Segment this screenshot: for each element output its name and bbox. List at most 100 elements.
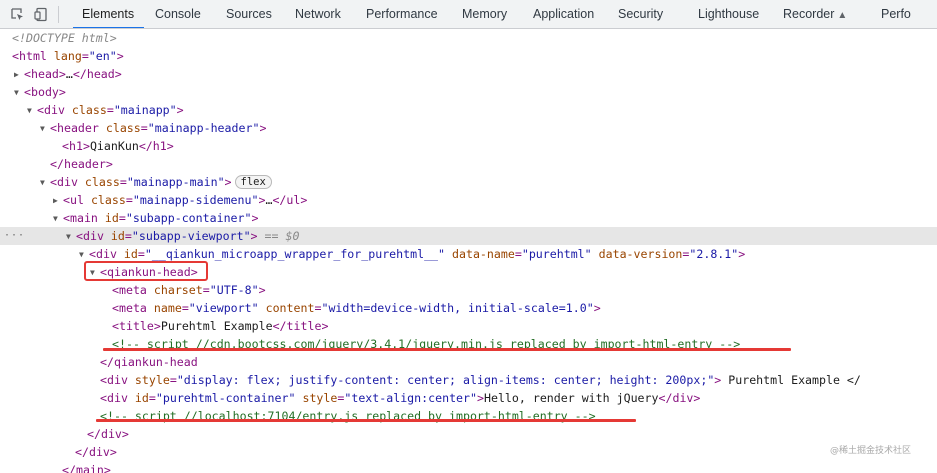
tag-name: div: [82, 229, 104, 243]
expand-triangle-icon[interactable]: ▶: [14, 66, 24, 83]
device-toolbar-icon[interactable]: [34, 7, 49, 22]
collapse-triangle-icon[interactable]: ▼: [14, 84, 24, 101]
tag-name: h1: [152, 139, 167, 153]
attr-name: class: [90, 193, 126, 207]
attr-value: __qiankun_microapp_wrapper_for_purehtml_…: [151, 247, 439, 261]
attr-name: charset: [153, 283, 203, 297]
attr-name: id: [123, 247, 138, 261]
tab-recorder[interactable]: Recorder ▲: [783, 0, 847, 28]
flex-badge[interactable]: flex: [234, 175, 272, 189]
attr-name: class: [71, 103, 107, 117]
tag-name: meta: [118, 301, 147, 315]
dom-node-main[interactable]: ▼ <main id="subapp-container">: [0, 209, 937, 227]
tab-network[interactable]: Network: [295, 0, 341, 28]
attr-value: width=device-width, initial-scale=1.0: [328, 301, 587, 315]
attr-value: viewport: [195, 301, 252, 315]
tag-name: div: [56, 175, 78, 189]
dom-node-purehtml-container[interactable]: <div id="purehtml-container" style="text…: [0, 389, 937, 407]
dom-node-subapp-viewport[interactable]: ··· ▼ <div id="subapp-viewport"> == $0: [0, 227, 937, 245]
tag-name: div: [672, 391, 694, 405]
attr-name: content: [265, 301, 315, 315]
dom-node-mainapp-main[interactable]: ▼ <div class="mainapp-main"> flex: [0, 173, 937, 191]
toolbar-divider: [58, 6, 59, 23]
dom-node-header-close[interactable]: </header>: [0, 155, 937, 173]
dom-node-meta-charset[interactable]: <meta charset="UTF-8">: [0, 281, 937, 299]
tag-name: title: [118, 319, 154, 333]
dom-node-head[interactable]: ▶ <head>…</head>: [0, 65, 937, 83]
attr-value: UTF-8: [216, 283, 252, 297]
collapse-triangle-icon[interactable]: ▼: [40, 120, 50, 137]
text-node: Purehtml Example </: [728, 373, 861, 387]
devtools-toolbar: Elements Console Sources Network Perform…: [0, 0, 937, 29]
attr-value: subapp-viewport: [138, 229, 244, 243]
attr-value: mainapp-header: [154, 121, 253, 135]
tag-name: div: [106, 373, 128, 387]
tag-name: div: [95, 247, 117, 261]
attr-name: id: [104, 211, 119, 225]
tag-name: div: [100, 427, 122, 441]
dom-node-comment-entry[interactable]: <!-- script //localhost:7104/entry.js re…: [0, 407, 937, 425]
attr-name: style: [302, 391, 338, 405]
dom-node-body[interactable]: ▼ <body>: [0, 83, 937, 101]
collapse-triangle-icon[interactable]: ▼: [66, 228, 76, 245]
tab-sources[interactable]: Sources: [226, 0, 272, 28]
attr-name: lang: [53, 49, 82, 63]
text-node: Purehtml Example: [160, 319, 273, 333]
collapse-triangle-icon[interactable]: ▼: [27, 102, 37, 119]
dom-node-title[interactable]: <title>Purehtml Example</title>: [0, 317, 937, 335]
tag-name: ul: [69, 193, 84, 207]
expand-triangle-icon[interactable]: ▶: [53, 192, 63, 209]
tag-name: main: [69, 211, 98, 225]
collapse-triangle-icon[interactable]: ▼: [53, 210, 63, 227]
dom-node-doctype[interactable]: <!DOCTYPE html>: [0, 29, 937, 47]
attr-value: purehtml: [528, 247, 585, 261]
tab-performance[interactable]: Performance: [366, 0, 438, 28]
collapse-triangle-icon[interactable]: ▼: [40, 174, 50, 191]
tab-elements[interactable]: Elements: [72, 0, 145, 28]
attr-name: name: [153, 301, 182, 315]
watermark: @稀土掘金技术社区: [829, 446, 911, 456]
tag-name: main: [75, 463, 104, 473]
dom-node-header[interactable]: ▼ <header class="mainapp-header">: [0, 119, 937, 137]
attr-value: text-align:center: [351, 391, 471, 405]
doctype-text: <!DOCTYPE html>: [12, 31, 117, 45]
dom-node-html[interactable]: <html lang="en">: [0, 47, 937, 65]
attr-value: display: flex; justify-content: center; …: [183, 373, 708, 387]
inspect-element-icon[interactable]: [10, 7, 25, 22]
attr-name: id: [134, 391, 149, 405]
attr-value: 2.8.1: [696, 247, 732, 261]
tag-name: meta: [118, 283, 147, 297]
tab-performance-insights[interactable]: Perfo: [881, 0, 911, 28]
dom-node-meta-viewport[interactable]: <meta name="viewport" content="width=dev…: [0, 299, 937, 317]
attr-value: mainapp-main: [133, 175, 218, 189]
tag-name: ul: [286, 193, 301, 207]
dom-node-flex-div[interactable]: <div style="display: flex; justify-conte…: [0, 371, 937, 389]
tag-name: header: [63, 157, 106, 171]
tab-security[interactable]: Security: [618, 0, 663, 28]
highlight-underline: [103, 348, 791, 351]
dom-node-div-close[interactable]: </div>: [0, 443, 937, 461]
text-node: QianKun: [89, 139, 139, 153]
attr-name: data-version: [598, 247, 683, 261]
dom-node-mainapp[interactable]: ▼ <div class="mainapp">: [0, 101, 937, 119]
dom-node-qiankun-head-close[interactable]: </qiankun-head: [0, 353, 937, 371]
tab-memory[interactable]: Memory: [462, 0, 507, 28]
attr-value: purehtml-container: [162, 391, 289, 405]
attr-name: data-name: [452, 247, 515, 261]
more-actions-icon[interactable]: ···: [4, 227, 25, 245]
dom-node-sidemenu[interactable]: ▶ <ul class="mainapp-sidemenu">…</ul>: [0, 191, 937, 209]
text-node: Hello, render with jQuery: [483, 391, 659, 405]
tab-application[interactable]: Application: [533, 0, 594, 28]
attr-name: id: [110, 229, 125, 243]
tag-name: body: [30, 85, 59, 99]
attr-name: class: [84, 175, 120, 189]
tab-lighthouse[interactable]: Lighthouse: [698, 0, 759, 28]
tag-name: head: [86, 67, 115, 81]
dom-node-main-close[interactable]: </main>: [0, 461, 937, 473]
dom-node-h1[interactable]: <h1>QianKun</h1>: [0, 137, 937, 155]
dom-node-div-close[interactable]: </div>: [0, 425, 937, 443]
attr-value: en: [95, 49, 110, 63]
tag-name: header: [56, 121, 99, 135]
attr-value: mainapp: [120, 103, 170, 117]
tab-console[interactable]: Console: [155, 0, 201, 28]
